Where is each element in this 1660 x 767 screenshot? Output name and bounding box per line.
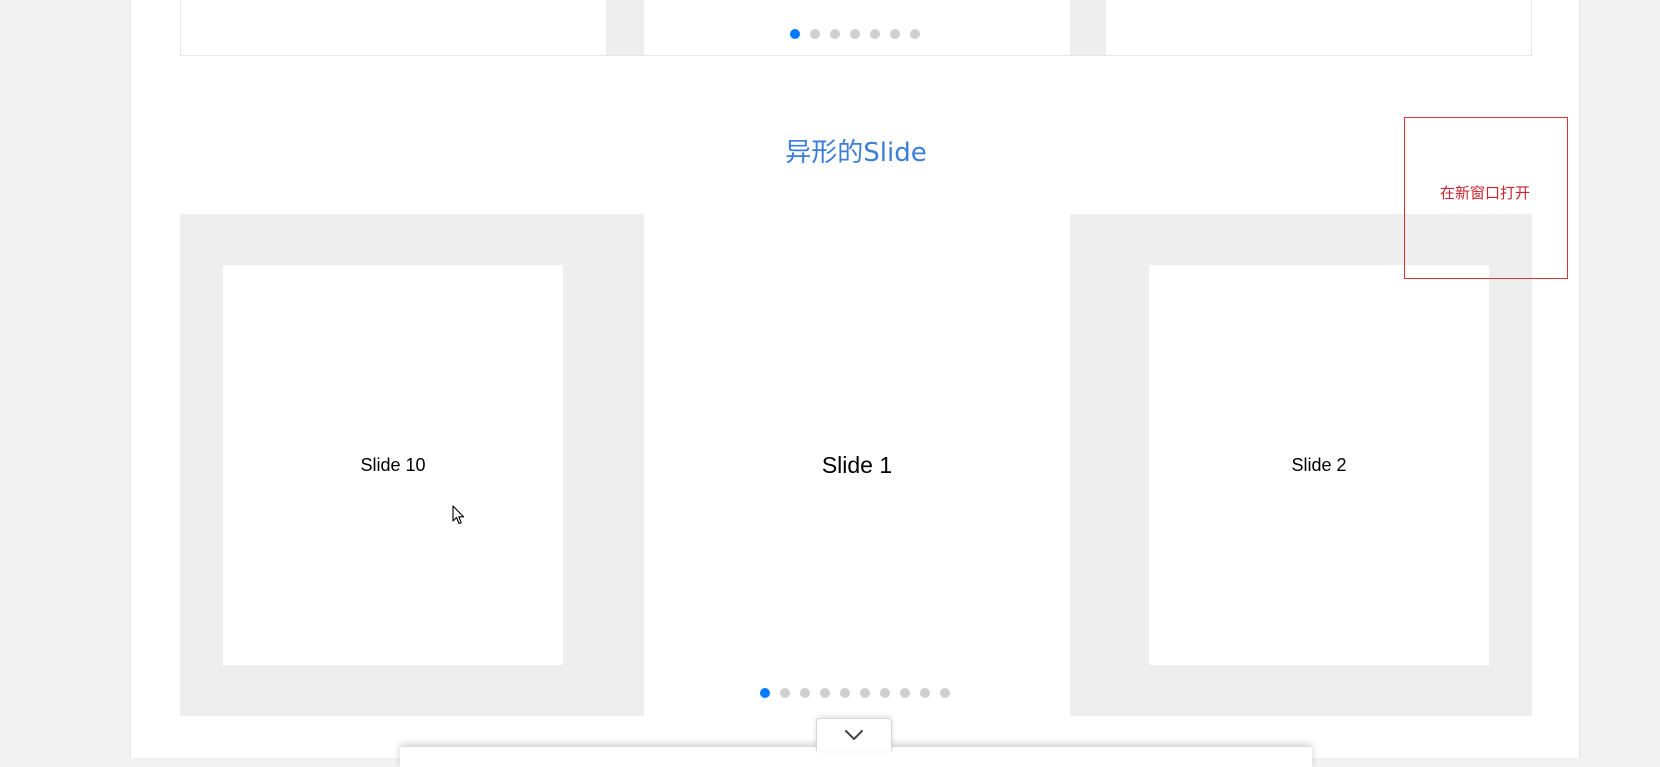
mouse-pointer-icon (452, 505, 465, 525)
chevron-down-icon (845, 730, 863, 740)
top-slide-left[interactable] (180, 0, 606, 55)
top-slide-right[interactable] (1106, 0, 1532, 55)
top-pagination-dot[interactable] (870, 29, 880, 39)
main-pagination-dot[interactable] (760, 688, 770, 698)
section-title: 异形的Slide (785, 138, 927, 168)
open-in-new-window-box: 在新窗口打开 (1404, 117, 1568, 279)
top-slide-center[interactable] (644, 0, 1070, 55)
top-pagination-dot[interactable] (790, 29, 800, 39)
main-pagination-dot[interactable] (900, 688, 910, 698)
top-carousel-pagination (790, 29, 920, 39)
main-pagination-dot[interactable] (940, 688, 950, 698)
open-in-new-window-link[interactable]: 在新窗口打开 (1440, 182, 1530, 203)
main-pagination-dot[interactable] (820, 688, 830, 698)
slide-next[interactable]: Slide 2 (1149, 265, 1489, 665)
top-pagination-dot[interactable] (830, 29, 840, 39)
top-pagination-dot[interactable] (910, 29, 920, 39)
top-carousel[interactable] (180, 0, 1532, 56)
main-pagination-dot[interactable] (880, 688, 890, 698)
top-pagination-dot[interactable] (890, 29, 900, 39)
main-pagination-dot[interactable] (920, 688, 930, 698)
main-pagination-dot[interactable] (860, 688, 870, 698)
top-pagination-dot[interactable] (850, 29, 860, 39)
slide-active[interactable]: Slide 1 (644, 214, 1070, 716)
main-pagination-dot[interactable] (840, 688, 850, 698)
main-pagination-dot[interactable] (800, 688, 810, 698)
main-pagination-dot[interactable] (780, 688, 790, 698)
main-carousel[interactable]: Slide 10 Slide 1 Slide 2 (180, 214, 1532, 716)
slide-prev[interactable]: Slide 10 (223, 265, 563, 665)
top-pagination-dot[interactable] (810, 29, 820, 39)
main-carousel-pagination (760, 688, 950, 698)
panel-toggle-button[interactable] (816, 718, 892, 751)
